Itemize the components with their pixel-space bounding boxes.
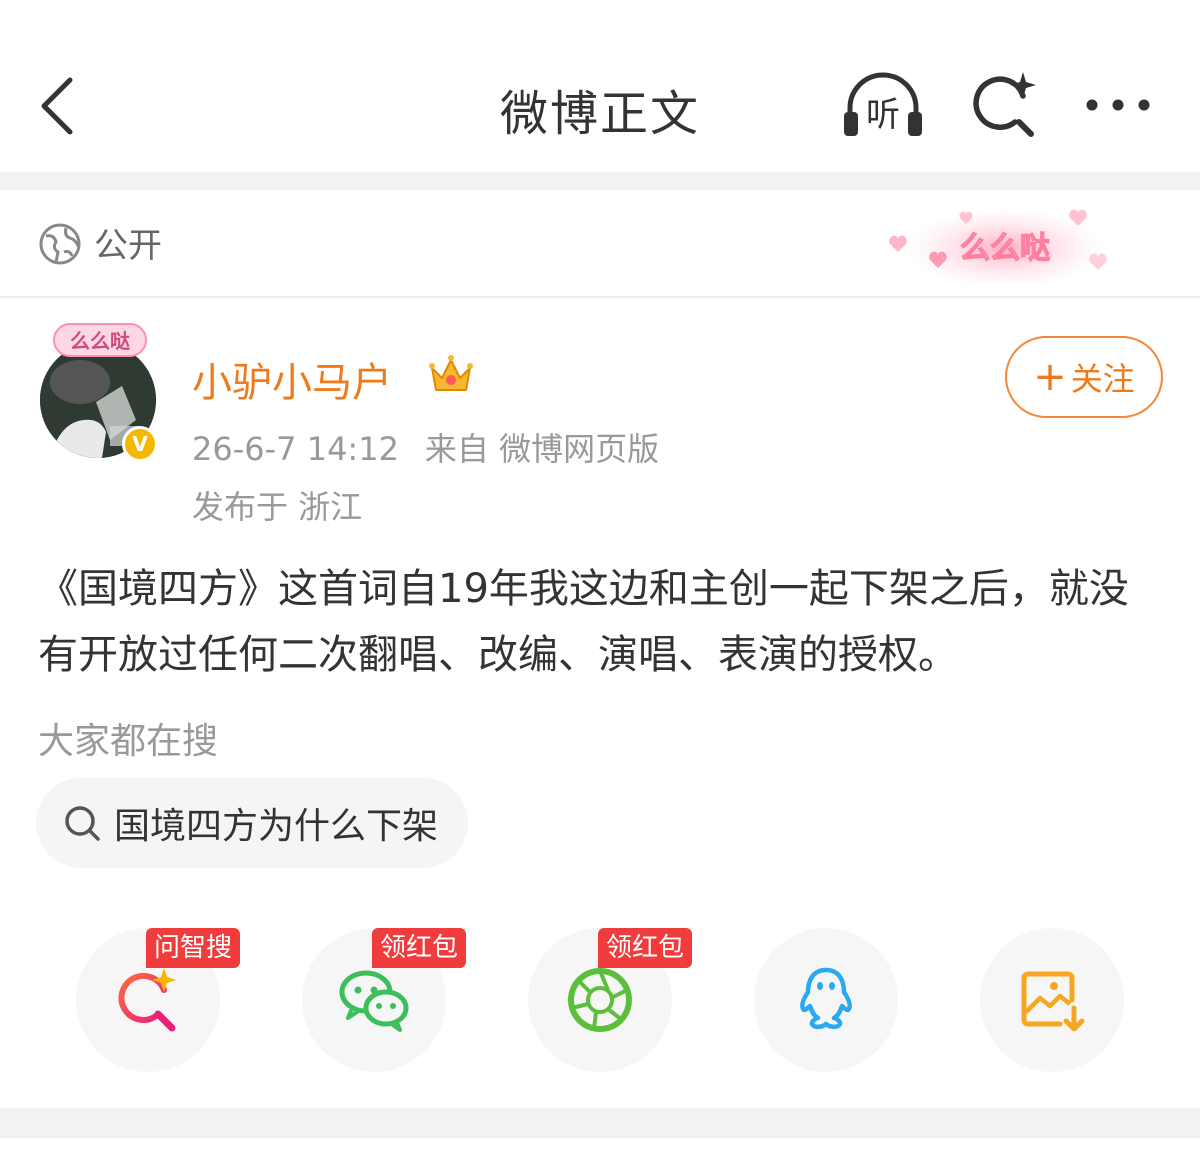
more-dots-icon [1086,99,1150,111]
post-source: 来自 微博网页版 [424,430,660,468]
save-image-icon [1021,971,1085,1032]
trending-search-text: 国境四方为什么下架 [114,806,439,847]
top-nav-bar: 微博正文 听 [0,0,1200,172]
qq-icon [800,967,852,1030]
post-location: 发布于 浙江 [192,488,363,526]
visibility-row: 公开 么么哒 [0,190,1200,298]
trending-search-chip[interactable]: 国境四方为什么下架 [36,778,469,868]
share-badge: 领红包 [598,928,693,968]
share-qq-button[interactable] [754,928,898,1072]
listen-button[interactable]: 听 [838,66,928,146]
moments-icon [568,968,632,1032]
decoration-text: 么么哒 [960,231,1050,266]
share-badge: 问智搜 [146,928,241,968]
sparkle-search-icon [973,72,1036,137]
avatar-frame-sticker: 么么哒 [53,323,147,357]
listen-label: 听 [866,95,900,135]
post-timestamp: 26-6-7 14:12 [192,430,399,468]
headphones-icon: 听 [844,72,922,136]
plus-icon: + [1033,354,1067,400]
post-meta: 26-6-7 14:12 来自 微博网页版 [192,424,659,470]
visibility-label: 公开 [94,226,162,266]
search-icon [65,806,100,841]
ai-search-button[interactable] [965,66,1045,146]
globe-icon [39,223,81,265]
trending-search-label: 大家都在搜 [38,721,219,762]
author-name[interactable]: 小驴小马户 [192,350,392,408]
hearts-decoration: 么么哒 [889,208,1107,288]
save-image-button[interactable] [980,928,1124,1072]
follow-label: 关注 [1070,360,1135,398]
author-avatar[interactable]: 么么哒 V [38,320,168,462]
verified-badge: V [122,426,158,462]
wechat-icon [339,970,409,1032]
section-divider [0,1108,1200,1138]
follow-button[interactable]: + 关注 [1005,336,1163,418]
more-button[interactable] [1080,80,1160,130]
post-text: 《国境四方》这首词自19年我这边和主创一起下架之后，就没有开放过任何二次翻唱、改… [38,566,1129,678]
share-badge: 领红包 [372,928,467,968]
ai-search-icon [118,968,176,1032]
avatar-frame-text: 么么哒 [70,329,131,353]
section-divider [0,172,1200,190]
crown-icon [429,355,473,391]
